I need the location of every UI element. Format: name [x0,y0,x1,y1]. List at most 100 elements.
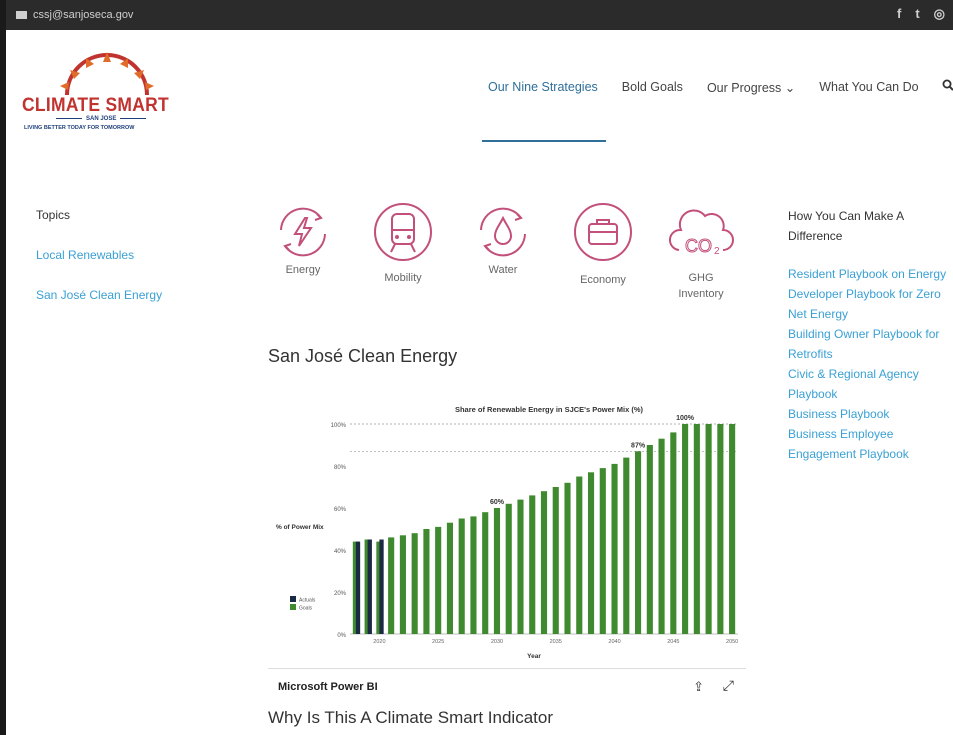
playbook-link-civic[interactable]: Civic & Regional Agency Playbook [788,364,948,404]
goal-bar [705,424,712,634]
goal-bar [587,472,595,634]
goal-bar [564,482,571,634]
mobility-icon [374,203,432,261]
goal-bar [482,512,489,634]
x-tick-label: 2050 [726,639,738,645]
power-bi-brand[interactable]: Microsoft Power BI [278,681,378,693]
x-tick-label: 2035 [550,639,562,645]
actual-bar [379,539,384,634]
goal-bar [576,476,583,634]
goal-bar [599,468,606,634]
page: cssj@sanjoseca.gov f t ◎ CLIMATE SMART S… [0,0,953,735]
goal-bar [729,424,736,634]
goal-bar [411,533,418,634]
playbook-link-resident[interactable]: Resident Playbook on Energy [788,264,948,284]
power-bi-chart[interactable]: Share of Renewable Energy in SJCE's Powe… [268,396,746,701]
x-tick-label: 2020 [373,639,385,645]
strategy-energy-label: Energy [285,264,321,276]
legend-label-actuals: Actuals [299,598,316,604]
goal-bar [658,438,665,634]
data-label: 60% [490,499,505,506]
playbook-link-building-owner[interactable]: Building Owner Playbook for Retrofits [788,324,948,364]
topics-sidebar: Topics Local Renewables San José Clean E… [36,208,162,328]
goal-bar [611,463,618,634]
strategy-mobility-label: Mobility [384,272,422,284]
y-tick-label: 60% [334,507,347,513]
water-icon [480,207,526,257]
strategy-ghg-label: GHG Inventory [678,272,724,300]
playbook-link-business[interactable]: Business Playbook [788,404,948,424]
playbook-link-employee[interactable]: Business Employee Engagement Playbook [788,424,948,464]
renewable-share-chart: Share of Renewable Energy in SJCE's Powe… [276,405,738,660]
email-text: cssj@sanjoseca.gov [33,9,134,21]
ghg-icon: CO 2 [669,209,734,257]
legend-swatch-goals [290,604,296,610]
x-tick-label: 2040 [608,639,620,645]
nav-item-progress[interactable]: Our Progress ⌄ [695,80,807,142]
x-tick-label: 2030 [491,639,503,645]
strategy-economy[interactable]: Economy [568,200,638,286]
share-icon[interactable]: ⇪ [693,679,704,695]
indicator-heading: Why Is This A Climate Smart Indicator [268,708,553,727]
goal-bar [682,424,689,634]
email-link[interactable]: cssj@sanjoseca.gov [16,9,133,21]
topic-link-local-renewables[interactable]: Local Renewables [36,248,162,262]
social-links: f t ◎ [897,6,945,22]
search-icon[interactable] [942,78,953,94]
actual-bar [367,539,372,634]
goal-bar [458,518,465,634]
difference-heading: How You Can Make A Difference [788,209,904,243]
svg-text:2: 2 [714,246,720,257]
topic-link-sjce[interactable]: San José Clean Energy [36,288,162,302]
goal-bar [635,451,642,634]
strategy-water[interactable]: Water [468,200,538,276]
site-logo[interactable]: CLIMATE SMART SAN JOSE LIVING BETTER TOD… [22,50,182,145]
strategy-mobility[interactable]: Mobility [368,200,438,284]
x-axis-label: Year [527,653,541,660]
goal-bar [388,537,395,634]
x-tick-label: 2045 [667,639,679,645]
nav-item-bold-goals[interactable]: Bold Goals [610,80,695,142]
y-tick-label: 80% [334,465,347,471]
svg-text:CO: CO [685,236,712,256]
strategy-water-label: Water [488,264,518,276]
x-tick-label: 2025 [432,639,444,645]
actual-bar [355,541,361,634]
twitter-icon[interactable]: t [915,6,919,22]
goal-bar [623,457,630,634]
logo-city: SAN JOSE [52,116,150,122]
data-label: 100% [676,415,695,422]
y-tick-label: 100% [331,423,347,429]
y-tick-label: 40% [334,549,347,555]
expand-icon[interactable]: ⤢ [723,677,734,694]
instagram-icon[interactable]: ◎ [934,6,945,22]
logo-tagline: LIVING BETTER TODAY FOR TOMORROW [24,125,135,131]
chart-title: Share of Renewable Energy in SJCE's Powe… [455,405,644,414]
sun-logo-icon [60,52,154,96]
difference-sidebar: How You Can Make A Difference Resident P… [788,206,948,464]
section-title: San José Clean Energy [268,346,458,366]
goal-bar [717,424,724,634]
nav-item-strategies[interactable]: Our Nine Strategies [476,80,610,142]
chart-footer: Microsoft Power BI ⇪ ⤢ [268,668,746,700]
goal-bar [399,535,406,634]
data-label: 87% [631,442,646,449]
goal-bar [435,526,442,634]
legend-swatch-actuals [290,596,296,602]
main-nav: Our Nine Strategies Bold Goals Our Progr… [476,79,953,142]
nav-item-what-you-can-do[interactable]: What You Can Do [807,80,930,142]
goal-bar [493,508,501,634]
y-tick-label: 0% [337,633,346,639]
facebook-icon[interactable]: f [897,6,901,22]
strategy-energy[interactable]: Energy [268,200,338,276]
goal-bar [517,499,524,634]
topics-heading: Topics [36,208,71,222]
playbook-link-developer[interactable]: Developer Playbook for Zero Net Energy [788,284,948,324]
goal-bar [446,522,453,634]
envelope-icon [16,11,27,19]
y-tick-label: 20% [334,591,347,597]
energy-icon [280,207,326,257]
strategy-ghg[interactable]: CO 2 GHG Inventory [666,200,736,302]
goal-bar [693,424,700,634]
goal-bar [540,491,548,634]
